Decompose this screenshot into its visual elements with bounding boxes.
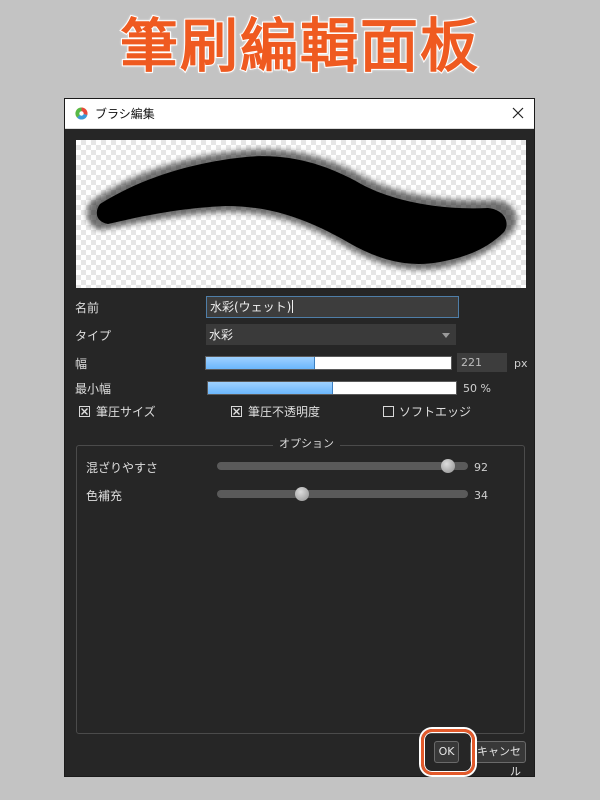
blend-slider-thumb[interactable] [440, 459, 455, 473]
soft-edge-label: ソフトエッジ [399, 405, 472, 419]
pressure-size-label: 筆圧サイズ [96, 405, 156, 419]
soft-edge-checkbox[interactable] [383, 406, 394, 417]
width-unit: px [514, 357, 528, 370]
pressure-opacity-label: 筆圧不透明度 [248, 405, 321, 419]
brush-type-value: 水彩 [209, 328, 234, 342]
checkbox-x-icon [81, 408, 88, 415]
brush-type-select[interactable]: 水彩 [206, 324, 456, 345]
width-value-input[interactable]: 221 [457, 353, 507, 372]
checkbox-x-icon [233, 408, 240, 415]
brush-stroke-preview-image [86, 149, 517, 270]
min-width-bar-fill [208, 382, 333, 394]
min-width-value: 50 % [463, 382, 491, 395]
min-width-label: 最小幅 [75, 382, 112, 396]
width-bar-fill [206, 357, 315, 369]
text-caret [292, 300, 294, 313]
min-width-bar[interactable] [207, 381, 457, 395]
color-refill-slider[interactable] [217, 487, 468, 501]
name-label: 名前 [75, 301, 100, 315]
width-bar[interactable] [205, 356, 452, 370]
blend-label: 混ざりやすさ [86, 461, 159, 475]
brush-edit-dialog: ブラシ編集 名前 水彩(ウェット) タイプ 水彩 幅 221 px 最小幅 50 [65, 99, 534, 778]
color-refill-label: 色補充 [86, 489, 123, 503]
chevron-down-icon [442, 333, 450, 338]
ok-button[interactable]: OK [434, 741, 459, 763]
close-icon[interactable] [508, 103, 528, 123]
brush-stroke-preview [76, 140, 526, 288]
page-heading: 筆刷編輯面板 [119, 11, 480, 81]
width-label: 幅 [75, 357, 88, 371]
app-logo-icon [75, 107, 88, 120]
blend-slider[interactable] [217, 459, 468, 473]
cancel-button[interactable]: キャンセル [470, 741, 526, 778]
blend-value: 92 [474, 461, 488, 474]
color-refill-value: 34 [474, 489, 488, 502]
brush-name-input[interactable]: 水彩(ウェット) [206, 296, 459, 318]
dialog-titlebar: ブラシ編集 [65, 99, 534, 129]
dialog-title: ブラシ編集 [95, 107, 155, 121]
brush-name-value: 水彩(ウェット) [210, 300, 292, 314]
options-group-title: オプション [273, 435, 340, 451]
pressure-opacity-checkbox[interactable] [231, 406, 242, 417]
type-label: タイプ [75, 329, 112, 343]
pressure-size-checkbox[interactable] [79, 406, 90, 417]
